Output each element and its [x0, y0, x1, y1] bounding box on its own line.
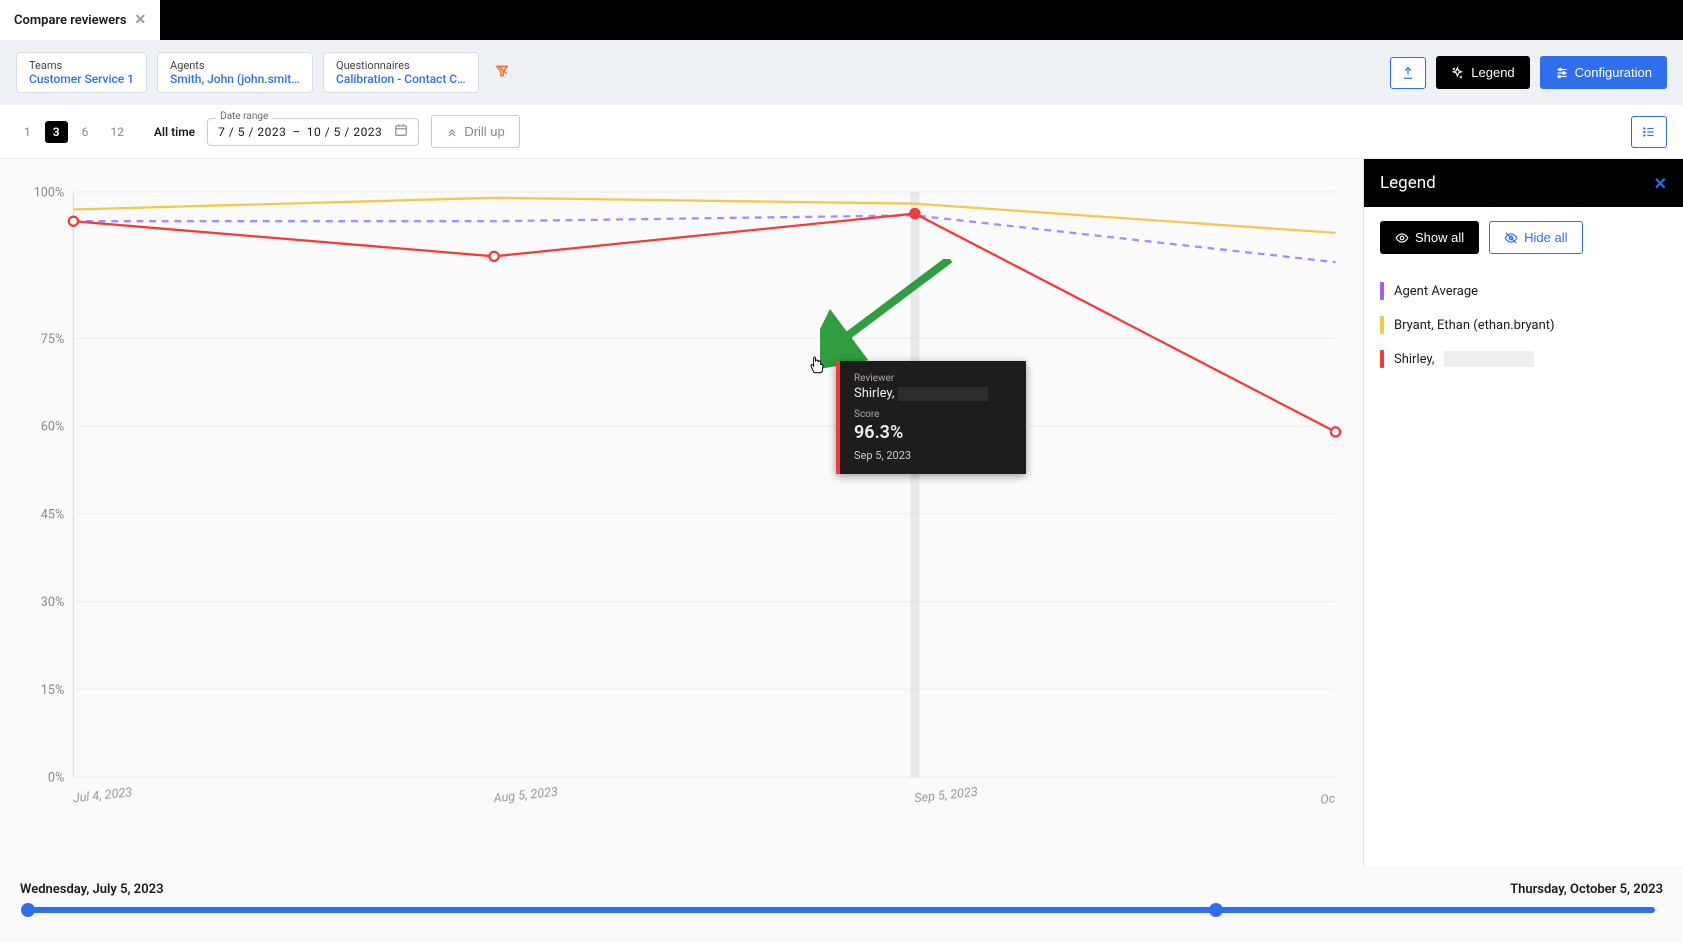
svg-text:Aug 5, 2023: Aug 5, 2023: [492, 785, 559, 807]
filter-questionnaires-value: Calibration - Contact Cente…: [336, 72, 466, 86]
legend-item[interactable]: Bryant, Ethan (ethan.bryant): [1380, 308, 1667, 342]
range-labels: Wednesday, July 5, 2023 Thursday, Octobe…: [20, 882, 1663, 897]
filter-questionnaires-label: Questionnaires: [336, 59, 466, 72]
drill-up-button[interactable]: Drill up: [431, 115, 519, 148]
filter-teams-label: Teams: [29, 59, 134, 72]
line-chart[interactable]: 100% 75% 60% 45% 30% 15% 0% Jul 4, 2023 Aug 5, 2…: [16, 169, 1347, 846]
sparkle-icon: [1451, 66, 1465, 80]
legend-item[interactable]: Shirley,: [1380, 342, 1667, 376]
date-range-input[interactable]: Date range 7 / 5 / 2023 – 10 / 5 / 2023: [207, 118, 419, 146]
chart-tooltip: Reviewer Shirley, Score 96.3% Sep 5, 202…: [836, 361, 1026, 474]
sliders-icon: [1555, 66, 1569, 80]
drill-up-label: Drill up: [464, 124, 504, 139]
configuration-button[interactable]: Configuration: [1540, 56, 1667, 89]
all-time-button[interactable]: All time: [154, 125, 195, 139]
svg-text:Oc: Oc: [1320, 791, 1337, 808]
tooltip-score-label: Score: [854, 409, 1012, 420]
eye-off-icon: [1504, 231, 1518, 245]
zoom-1[interactable]: 1: [16, 121, 39, 143]
legend-button-label: Legend: [1471, 65, 1514, 80]
slider-handle-end[interactable]: [1209, 903, 1223, 917]
date-from: 7 / 5 / 2023: [218, 125, 286, 139]
clear-filters-icon[interactable]: [495, 63, 509, 82]
chevron-double-up-icon: [446, 126, 458, 138]
tooltip-reviewer-value: Shirley,: [854, 386, 1012, 401]
show-all-label: Show all: [1415, 230, 1464, 245]
range-from: Wednesday, July 5, 2023: [20, 882, 164, 897]
filter-agents-label: Agents: [170, 59, 300, 72]
legend-swatch: [1380, 350, 1384, 368]
svg-text:30%: 30%: [41, 595, 64, 610]
topbar: Compare reviewers ✕: [0, 0, 1683, 40]
filter-teams[interactable]: Teams Customer Service 1: [16, 52, 147, 93]
body: 100% 75% 60% 45% 30% 15% 0% Jul 4, 2023 Aug 5, 2…: [0, 159, 1683, 866]
upload-icon: [1401, 66, 1415, 80]
range-to: Thursday, October 5, 2023: [1510, 882, 1663, 897]
legend-swatch: [1380, 316, 1384, 334]
show-all-button[interactable]: Show all: [1380, 221, 1479, 254]
control-bar: 1 3 6 12 All time Date range 7 / 5 / 202…: [0, 105, 1683, 159]
legend-swatch: [1380, 282, 1384, 300]
tooltip-score-value: 96.3%: [854, 422, 1012, 443]
export-button[interactable]: [1390, 57, 1426, 89]
zoom-6[interactable]: 6: [74, 121, 97, 143]
redacted-text: [898, 387, 988, 401]
svg-text:45%: 45%: [41, 507, 64, 522]
tab-title: Compare reviewers: [14, 13, 127, 28]
tooltip-date: Sep 5, 2023: [854, 449, 1012, 462]
legend-header: Legend ✕: [1364, 159, 1683, 207]
svg-text:100%: 100%: [34, 186, 65, 201]
legend-button[interactable]: Legend: [1436, 56, 1529, 89]
svg-text:15%: 15%: [41, 683, 64, 698]
slider-handle-start[interactable]: [21, 903, 35, 917]
legend-item-label: Agent Average: [1394, 284, 1478, 299]
chart-area: 100% 75% 60% 45% 30% 15% 0% Jul 4, 2023 Aug 5, 2…: [0, 159, 1363, 866]
eye-icon: [1395, 231, 1409, 245]
date-to: 10 / 5 / 2023: [307, 125, 383, 139]
configuration-button-label: Configuration: [1575, 65, 1652, 80]
date-range-label: Date range: [216, 111, 272, 122]
legend-actions: Show all Hide all: [1364, 207, 1683, 268]
filter-questionnaires[interactable]: Questionnaires Calibration - Contact Cen…: [323, 52, 479, 93]
svg-text:75%: 75%: [41, 332, 64, 347]
filter-agents[interactable]: Agents Smith, John (john.smith): [157, 52, 313, 93]
svg-text:0%: 0%: [48, 771, 64, 786]
date-range-slider[interactable]: [28, 907, 1655, 913]
footer: Wednesday, July 5, 2023 Thursday, Octobe…: [0, 866, 1683, 943]
filter-agents-value: Smith, John (john.smith): [170, 72, 300, 86]
svg-text:60%: 60%: [41, 420, 64, 435]
zoom-3[interactable]: 3: [45, 121, 68, 143]
svg-text:Sep 5, 2023: Sep 5, 2023: [914, 785, 979, 807]
calendar-icon[interactable]: [394, 123, 408, 141]
legend-title: Legend: [1380, 173, 1436, 193]
legend-item[interactable]: Agent Average: [1380, 274, 1667, 308]
legend-item-label: Bryant, Ethan (ethan.bryant): [1394, 318, 1555, 333]
list-icon: [1642, 125, 1656, 139]
svg-text:Jul 4, 2023: Jul 4, 2023: [72, 785, 133, 806]
redacted-text: [1444, 351, 1534, 367]
close-legend-icon[interactable]: ✕: [1654, 174, 1667, 193]
zoom-group: 1 3 6 12: [16, 121, 132, 143]
hide-all-button[interactable]: Hide all: [1489, 221, 1582, 254]
close-icon[interactable]: ✕: [135, 12, 147, 28]
zoom-12[interactable]: 12: [102, 121, 132, 143]
tooltip-reviewer-label: Reviewer: [854, 373, 1012, 384]
hide-all-label: Hide all: [1524, 230, 1567, 245]
legend-toggle-button[interactable]: [1631, 116, 1667, 148]
filter-teams-value: Customer Service 1: [29, 72, 134, 86]
tab-compare-reviewers[interactable]: Compare reviewers ✕: [0, 0, 160, 40]
date-sep: –: [292, 125, 300, 139]
legend-list: Agent Average Bryant, Ethan (ethan.bryant…: [1364, 268, 1683, 382]
legend-panel: Legend ✕ Show all Hide all Agent Average…: [1363, 159, 1683, 866]
filter-bar: Teams Customer Service 1 Agents Smith, J…: [0, 40, 1683, 105]
legend-item-label: Shirley,: [1394, 352, 1434, 367]
